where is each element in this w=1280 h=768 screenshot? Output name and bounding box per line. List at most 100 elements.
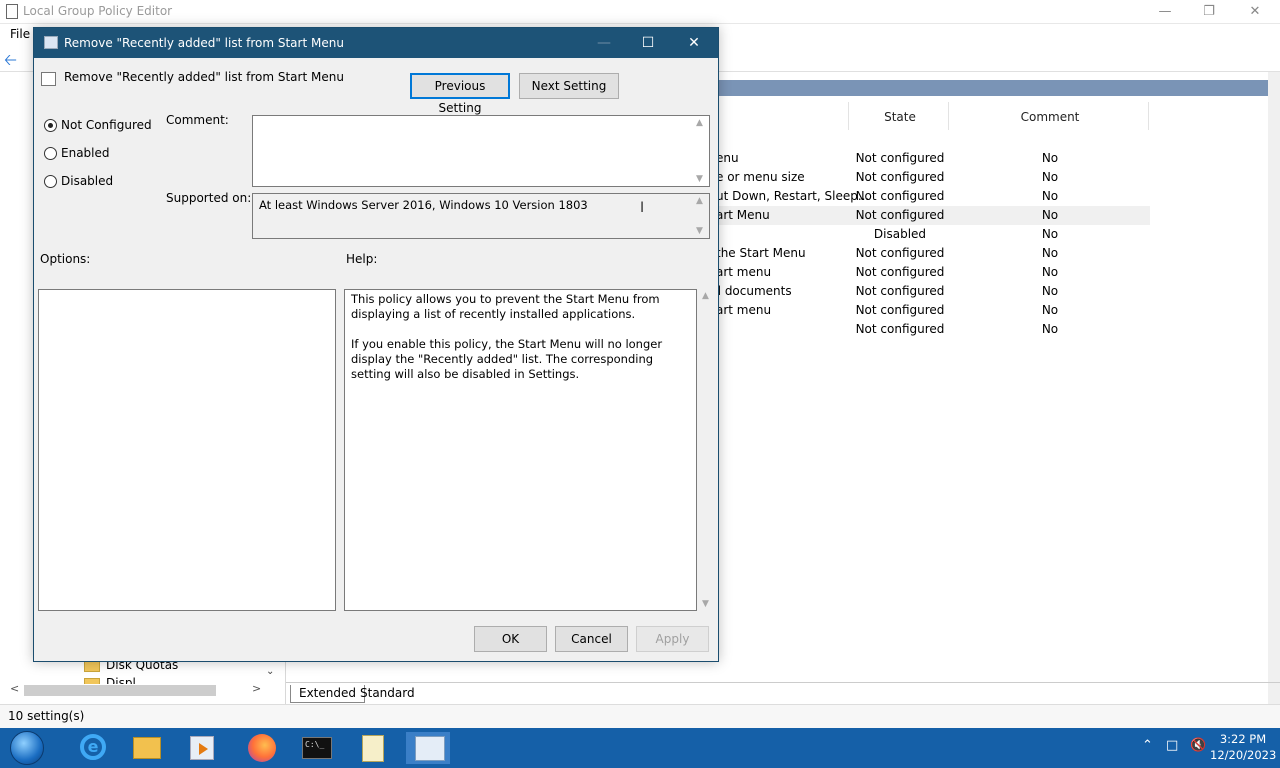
scroll-down-icon[interactable]: ▼ xyxy=(702,599,709,609)
row-comment: No xyxy=(1041,151,1059,165)
taskbar-clock[interactable]: 3:22 PM 12/20/2023 xyxy=(1210,731,1276,763)
scroll-up-icon[interactable]: ▲ xyxy=(702,291,709,301)
close-icon[interactable]: ✕ xyxy=(1232,2,1278,22)
chevron-up-icon[interactable]: ⌃ xyxy=(1142,738,1153,753)
chevron-down-icon[interactable]: ⌄ xyxy=(266,666,274,677)
row-state: Not configured xyxy=(855,246,945,260)
help-paragraph: If you enable this policy, the Start Men… xyxy=(351,337,663,381)
start-button[interactable] xyxy=(10,731,44,765)
list-vertical-scrollbar[interactable] xyxy=(1268,72,1280,704)
network-icon[interactable]: □ xyxy=(1166,738,1178,753)
taskbar-file-explorer[interactable] xyxy=(124,732,168,764)
supported-scrollbar[interactable]: ▲ ▼ xyxy=(693,194,709,238)
radio-enabled[interactable]: Enabled xyxy=(44,146,110,160)
main-titlebar: Local Group Policy Editor — ❐ ✕ xyxy=(0,0,1280,24)
row-state: Not configured xyxy=(855,189,945,203)
radio-unselected-icon xyxy=(44,175,57,188)
view-tabs: Extended Standard xyxy=(286,682,1280,704)
close-icon[interactable]: ✕ xyxy=(672,32,716,54)
row-state: Not configured xyxy=(855,284,945,298)
comment-label: Comment: xyxy=(166,113,229,127)
scroll-right-icon[interactable]: > xyxy=(252,682,261,695)
column-header-state[interactable]: State xyxy=(848,110,952,124)
scrollbar-thumb[interactable] xyxy=(24,685,216,696)
previous-setting-button[interactable]: Previous Setting xyxy=(410,73,510,115)
help-scrollbar[interactable]: ▲ ▼ xyxy=(699,289,715,611)
radio-disabled[interactable]: Disabled xyxy=(44,174,113,188)
column-separator[interactable] xyxy=(1148,102,1149,130)
taskbar-notepad[interactable] xyxy=(350,732,394,764)
internet-explorer-icon: e xyxy=(80,734,106,760)
dialog-titlebar[interactable]: Remove "Recently added" list from Start … xyxy=(34,28,718,58)
radio-not-configured[interactable]: Not Configured xyxy=(44,118,152,132)
taskbar-internet-explorer[interactable]: e xyxy=(68,732,112,764)
taskbar-command-prompt[interactable]: C:\_ xyxy=(294,732,338,764)
radio-label: Enabled xyxy=(61,146,110,160)
help-label: Help: xyxy=(346,252,378,266)
help-panel[interactable]: This policy allows you to prevent the St… xyxy=(344,289,697,611)
notepad-icon xyxy=(362,735,384,762)
scroll-up-icon[interactable]: ▲ xyxy=(696,118,703,128)
clock-time: 3:22 PM xyxy=(1219,732,1267,746)
row-state: Not configured xyxy=(855,208,945,222)
volume-muted-icon[interactable]: 🔇 xyxy=(1190,738,1206,753)
scroll-left-icon[interactable]: < xyxy=(10,682,19,695)
row-comment: No xyxy=(1041,246,1059,260)
restore-icon[interactable]: ❐ xyxy=(1186,2,1232,22)
firefox-icon xyxy=(248,734,276,762)
row-state: Not configured xyxy=(855,265,945,279)
back-arrow-icon[interactable]: 🡠 xyxy=(4,49,17,76)
row-state: Not configured xyxy=(855,151,945,165)
row-state: Not configured xyxy=(855,303,945,317)
status-text: 10 setting(s) xyxy=(8,709,85,723)
command-prompt-icon: C:\_ xyxy=(302,737,332,759)
row-comment: No xyxy=(1041,265,1059,279)
group-policy-editor-icon xyxy=(415,736,445,761)
scroll-down-icon[interactable]: ▼ xyxy=(696,174,703,184)
gpedit-app-icon xyxy=(6,4,18,19)
minimize-icon: — xyxy=(597,35,611,51)
radio-selected-icon xyxy=(44,119,57,132)
media-player-icon xyxy=(190,736,214,760)
menu-file[interactable]: File xyxy=(10,27,30,41)
row-state: Not configured xyxy=(855,322,945,336)
column-header-comment[interactable]: Comment xyxy=(978,110,1122,124)
tree-horizontal-scrollbar[interactable]: < > xyxy=(4,682,268,699)
tab-standard[interactable]: Standard xyxy=(352,685,423,703)
row-state: Not configured xyxy=(855,170,945,184)
row-comment: No xyxy=(1041,208,1059,222)
supported-on-value: At least Windows Server 2016, Windows 10… xyxy=(259,198,588,212)
clock-date: 12/20/2023 xyxy=(1210,748,1277,762)
taskbar-firefox[interactable] xyxy=(238,732,282,764)
next-setting-button[interactable]: Next Setting xyxy=(519,73,619,99)
help-paragraph: This policy allows you to prevent the St… xyxy=(351,292,660,321)
scroll-up-icon[interactable]: ▲ xyxy=(696,196,703,206)
policy-icon xyxy=(44,36,58,49)
options-panel xyxy=(38,289,336,611)
row-comment: No xyxy=(1041,189,1059,203)
cancel-button[interactable]: Cancel xyxy=(555,626,628,652)
taskbar: e C:\_ ⌃ □ 🔇 3:22 PM 12/20/2023 xyxy=(0,728,1280,768)
row-comment: No xyxy=(1041,322,1059,336)
options-label: Options: xyxy=(40,252,91,266)
column-separator[interactable] xyxy=(948,102,949,130)
supported-on-label: Supported on: xyxy=(166,191,252,205)
taskbar-media-player[interactable] xyxy=(180,732,224,764)
row-comment: No xyxy=(1041,170,1059,184)
policy-setting-dialog: Remove "Recently added" list from Start … xyxy=(33,27,719,662)
comment-scrollbar[interactable]: ▲ ▼ xyxy=(693,116,709,186)
ok-button[interactable]: OK xyxy=(474,626,547,652)
scroll-down-icon[interactable]: ▼ xyxy=(696,226,703,236)
maximize-icon[interactable]: ☐ xyxy=(626,32,670,54)
comment-field[interactable]: ▲ ▼ xyxy=(252,115,710,187)
dialog-header-title: Remove "Recently added" list from Start … xyxy=(64,70,344,84)
row-comment: No xyxy=(1041,227,1059,241)
apply-button: Apply xyxy=(636,626,709,652)
radio-label: Not Configured xyxy=(61,118,152,132)
minimize-icon[interactable]: — xyxy=(1142,2,1188,22)
row-state: Disabled xyxy=(873,227,927,241)
radio-unselected-icon xyxy=(44,147,57,160)
row-comment: No xyxy=(1041,284,1059,298)
dialog-title: Remove "Recently added" list from Start … xyxy=(64,36,344,50)
taskbar-group-policy-editor[interactable] xyxy=(406,732,450,764)
